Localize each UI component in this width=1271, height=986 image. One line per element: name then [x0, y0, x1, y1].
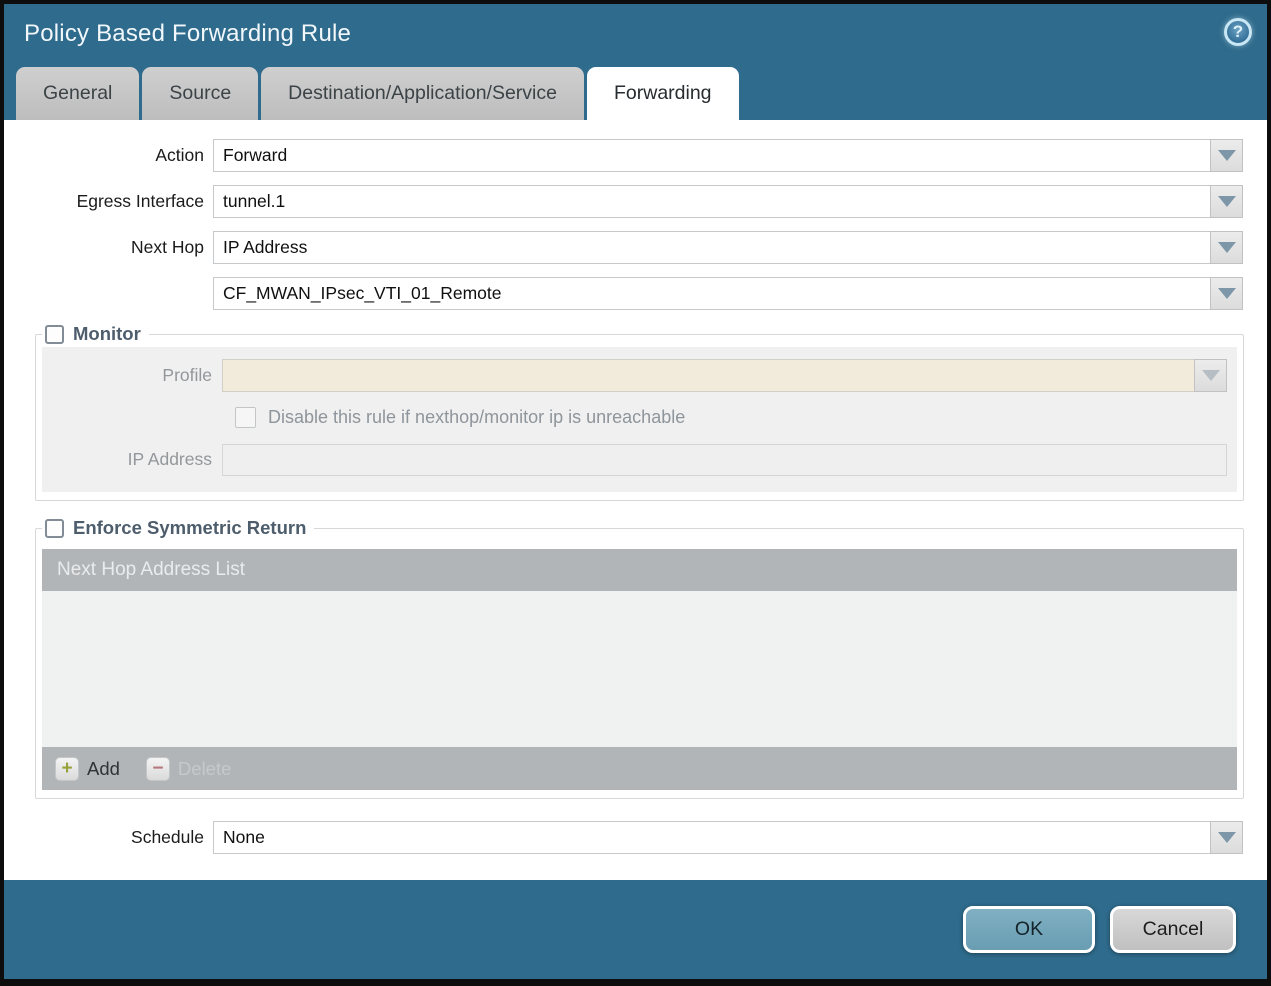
tab-label: Destination/Application/Service: [288, 82, 557, 104]
tab-label: Source: [169, 82, 232, 104]
enforce-symmetric-return-legend: Enforce Symmetric Return: [42, 517, 314, 539]
disable-rule-label: Disable this rule if nexthop/monitor ip …: [268, 407, 686, 427]
delete-button: − Delete: [145, 756, 232, 781]
dropdown-arrow-icon: [1217, 832, 1236, 843]
next-hop-address-dropdown-button[interactable]: [1210, 277, 1243, 310]
egress-interface-value[interactable]: tunnel.1: [213, 185, 1211, 218]
profile-label: Profile: [162, 365, 212, 385]
tab-source[interactable]: Source: [142, 67, 259, 120]
profile-dropdown: [222, 359, 1227, 392]
action-row: Action Forward: [4, 139, 1243, 172]
monitor-legend: Monitor: [42, 323, 149, 345]
ok-button-label: OK: [1014, 918, 1044, 940]
next-hop-label: Next Hop: [131, 237, 204, 257]
next-hop-address-dropdown: CF_MWAN_IPsec_VTI_01_Remote: [213, 277, 1243, 310]
enforce-symmetric-return-label: Enforce Symmetric Return: [73, 517, 307, 538]
monitor-ip-address-row: IP Address: [42, 443, 1227, 476]
minus-glyph: −: [152, 758, 164, 779]
tab-forwarding[interactable]: Forwarding: [586, 67, 739, 120]
next-hop-type-dropdown: IP Address: [213, 231, 1243, 264]
table-toolbar: + Add − Delete: [42, 747, 1237, 790]
tab-label: General: [43, 82, 113, 104]
pbf-rule-dialog: Policy Based Forwarding Rule ? General S…: [0, 0, 1271, 986]
action-dropdown-button[interactable]: [1210, 139, 1243, 172]
next-hop-type-value[interactable]: IP Address: [213, 231, 1211, 264]
cancel-button-label: Cancel: [1142, 918, 1204, 940]
monitor-ip-address-label: IP Address: [127, 449, 212, 469]
egress-interface-label: Egress Interface: [76, 191, 204, 211]
monitor-label: Monitor: [73, 323, 141, 344]
dropdown-arrow-icon: [1217, 288, 1236, 299]
disable-rule-row: Disable this rule if nexthop/monitor ip …: [42, 407, 1227, 428]
plus-glyph: +: [61, 758, 73, 779]
tab-panel-forwarding: Action Forward Egress Interface tunnel.1…: [4, 120, 1267, 880]
monitor-checkbox[interactable]: [45, 324, 64, 344]
egress-interface-dropdown: tunnel.1: [213, 185, 1243, 218]
dropdown-arrow-icon: [1217, 196, 1236, 207]
enforce-symmetric-return-fieldset: Enforce Symmetric Return Next Hop Addres…: [35, 517, 1244, 799]
dialog-footer: OK Cancel: [4, 880, 1267, 979]
cancel-button[interactable]: Cancel: [1110, 906, 1236, 953]
delete-minus-icon: −: [145, 756, 170, 781]
tab-bar: General Source Destination/Application/S…: [4, 64, 1267, 120]
action-value[interactable]: Forward: [213, 139, 1211, 172]
dialog-titlebar: Policy Based Forwarding Rule ?: [4, 4, 1267, 64]
delete-button-label: Delete: [177, 757, 232, 779]
disable-rule-checkbox: [235, 407, 256, 428]
next-hop-address-row: CF_MWAN_IPsec_VTI_01_Remote: [4, 277, 1243, 310]
dropdown-arrow-icon: [1217, 242, 1236, 253]
egress-interface-dropdown-button[interactable]: [1210, 185, 1243, 218]
next-hop-address-list-header: Next Hop Address List: [57, 559, 245, 580]
question-mark-glyph: ?: [1232, 22, 1244, 41]
next-hop-type-dropdown-button[interactable]: [1210, 231, 1243, 264]
ok-button[interactable]: OK: [963, 906, 1095, 953]
monitor-ip-address-input: [222, 443, 1227, 476]
next-hop-address-value[interactable]: CF_MWAN_IPsec_VTI_01_Remote: [213, 277, 1211, 310]
schedule-value[interactable]: None: [213, 821, 1211, 854]
next-hop-row: Next Hop IP Address: [4, 231, 1243, 264]
next-hop-address-table: Next Hop Address List + Add − Delete: [42, 549, 1237, 790]
profile-row: Profile: [42, 359, 1227, 392]
add-button[interactable]: + Add: [55, 756, 120, 781]
tab-destination-application-service[interactable]: Destination/Application/Service: [261, 67, 584, 120]
profile-value: [222, 359, 1195, 392]
add-plus-icon: +: [55, 756, 79, 781]
tab-general[interactable]: General: [16, 67, 140, 120]
monitor-fieldset: Monitor Profile Disable this rule if nex…: [35, 323, 1244, 501]
action-dropdown: Forward: [213, 139, 1243, 172]
dropdown-arrow-icon: [1201, 370, 1220, 381]
enforce-symmetric-return-checkbox[interactable]: [45, 518, 64, 538]
action-label: Action: [155, 145, 204, 165]
tab-label: Forwarding: [613, 82, 712, 104]
schedule-row: Schedule None: [4, 821, 1243, 854]
table-body-empty[interactable]: [42, 591, 1237, 747]
dropdown-arrow-icon: [1217, 150, 1236, 161]
table-header-row: Next Hop Address List: [42, 549, 1237, 591]
profile-dropdown-button: [1194, 359, 1227, 392]
dialog-title: Policy Based Forwarding Rule: [24, 20, 352, 47]
help-icon[interactable]: ?: [1224, 18, 1252, 46]
schedule-dropdown-button[interactable]: [1210, 821, 1243, 854]
schedule-label: Schedule: [131, 827, 204, 847]
add-button-label: Add: [87, 757, 120, 779]
monitor-panel: Profile Disable this rule if nexthop/mon…: [42, 347, 1237, 492]
schedule-dropdown: None: [213, 821, 1243, 854]
egress-interface-row: Egress Interface tunnel.1: [4, 185, 1243, 218]
